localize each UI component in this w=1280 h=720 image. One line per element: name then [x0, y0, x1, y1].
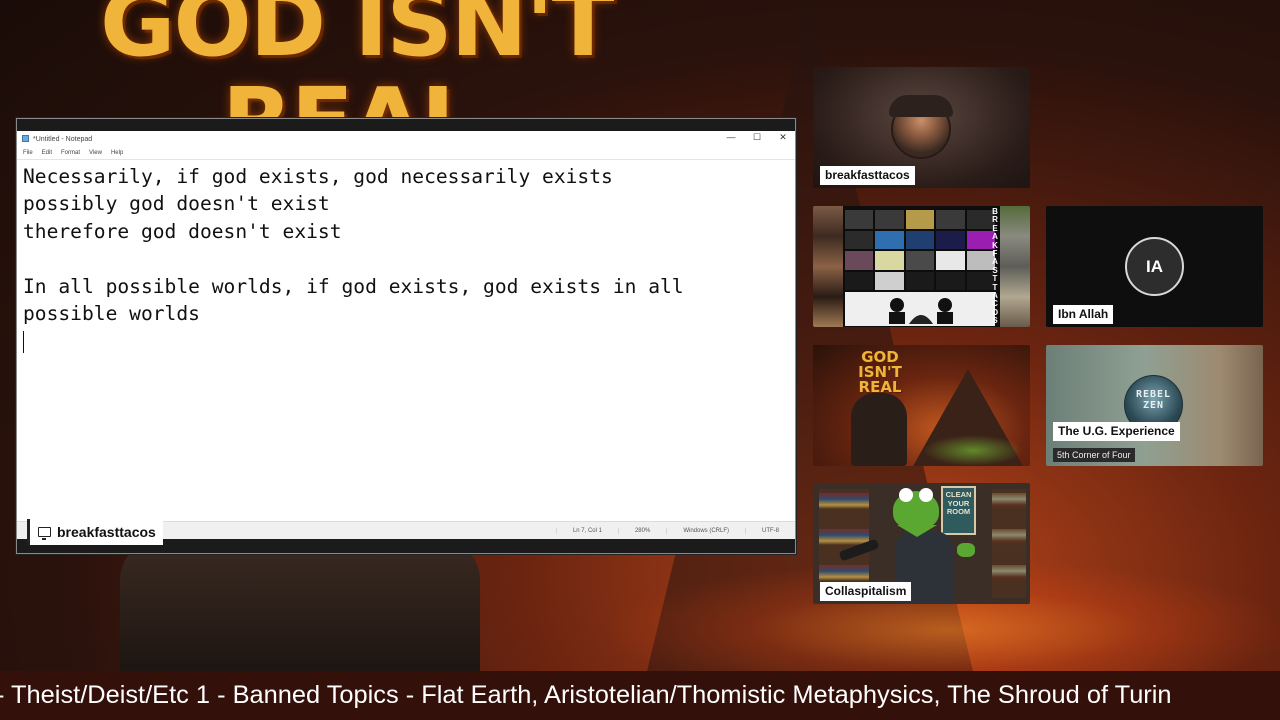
- participant-subtitle: 5th Corner of Four: [1053, 448, 1135, 462]
- ticker-text: - Theist/Deist/Etc 1 - Banned Topics - F…: [0, 681, 1172, 709]
- logo-text: REBEL ZEN: [1135, 389, 1172, 411]
- collage-right-column: [1000, 206, 1030, 327]
- participant-tile-collage[interactable]: BREAKFASTTACOS: [813, 206, 1030, 327]
- participant-name: The U.G. Experience: [1053, 421, 1180, 441]
- screen-share-label: breakfasttacos: [27, 519, 163, 545]
- screen-top-strip: [17, 119, 795, 131]
- frog-eye: [919, 488, 933, 502]
- collage-grid: [845, 210, 995, 290]
- caret-line: [23, 327, 789, 354]
- text-line: therefore god doesn't exist: [23, 219, 342, 243]
- participant-name: breakfasttacos: [820, 165, 915, 185]
- avatar-hat: [889, 95, 953, 117]
- notepad-titlebar: *Untitled - Notepad — ☐ ✕: [17, 131, 795, 147]
- participant-name: Collaspitalism: [820, 581, 912, 601]
- window-controls: — ☐ ✕: [725, 132, 789, 143]
- minimize-button[interactable]: —: [725, 132, 737, 143]
- status-line-ending: Windows (CRLF): [666, 527, 745, 534]
- text-caret: [23, 330, 24, 353]
- text-line: possible worlds: [23, 301, 200, 325]
- screen-share-icon: [38, 527, 51, 540]
- menu-format[interactable]: Format: [61, 150, 80, 156]
- notepad-app-icon: [22, 135, 29, 142]
- collage-vertical-text: BREAKFASTTACOS: [991, 207, 999, 326]
- mini-glow: [923, 435, 1023, 466]
- status-position: Ln 7, Col 1: [555, 527, 618, 534]
- mini-title: GOD ISN'T REAL: [858, 348, 902, 396]
- notepad-window-title: *Untitled - Notepad: [33, 135, 93, 143]
- participant-tile-collaspitalism[interactable]: CLEAN YOUR ROOM Collaspitalism: [813, 483, 1030, 604]
- frog-hand: [957, 543, 975, 557]
- shared-screen-notepad: *Untitled - Notepad — ☐ ✕ File Edit Form…: [16, 118, 796, 554]
- menu-help[interactable]: Help: [111, 150, 123, 156]
- close-button[interactable]: ✕: [777, 132, 789, 143]
- background-figure: [120, 540, 480, 680]
- notepad-menubar: File Edit Format View Help: [17, 147, 795, 159]
- mini-figure: [851, 393, 907, 466]
- notepad-text-area[interactable]: Necessarily, if god exists, god necessar…: [17, 159, 795, 522]
- menu-view[interactable]: View: [89, 150, 102, 156]
- status-zoom: 280%: [617, 527, 666, 534]
- participant-tile-ug-experience[interactable]: REBEL ZEN The U.G. Experience 5th Corner…: [1046, 345, 1263, 466]
- participant-tile-god-isnt-real[interactable]: GOD ISN'T REAL: [813, 345, 1030, 466]
- avatar-initials: IA: [1125, 237, 1184, 296]
- maximize-button[interactable]: ☐: [751, 132, 763, 143]
- poster: CLEAN YOUR ROOM: [941, 486, 976, 535]
- text-line: [23, 245, 789, 272]
- bookshelf-right: [992, 489, 1026, 598]
- silhouettes-icon: [889, 298, 953, 324]
- text-line: possibly god doesn't exist: [23, 192, 330, 216]
- participant-tile-ibn-allah[interactable]: IA Ibn Allah: [1046, 206, 1263, 327]
- status-encoding: UTF-8: [745, 527, 795, 534]
- collage-vertical-text-value: BREAKFASTTACOS: [991, 207, 999, 326]
- menu-edit[interactable]: Edit: [42, 150, 52, 156]
- collage-left-column: [813, 206, 843, 327]
- menu-file[interactable]: File: [23, 150, 33, 156]
- news-ticker: - Theist/Deist/Etc 1 - Banned Topics - F…: [0, 671, 1280, 720]
- text-line: In all possible worlds, if god exists, g…: [23, 274, 684, 298]
- screen-share-name: breakfasttacos: [57, 524, 156, 540]
- frog-eye: [899, 488, 913, 502]
- text-line: Necessarily, if god exists, god necessar…: [23, 165, 613, 188]
- participant-name: Ibn Allah: [1053, 304, 1114, 324]
- participant-tile-breakfasttacos[interactable]: breakfasttacos: [813, 67, 1030, 188]
- background-title-line1: GOD ISN'T: [100, 0, 615, 77]
